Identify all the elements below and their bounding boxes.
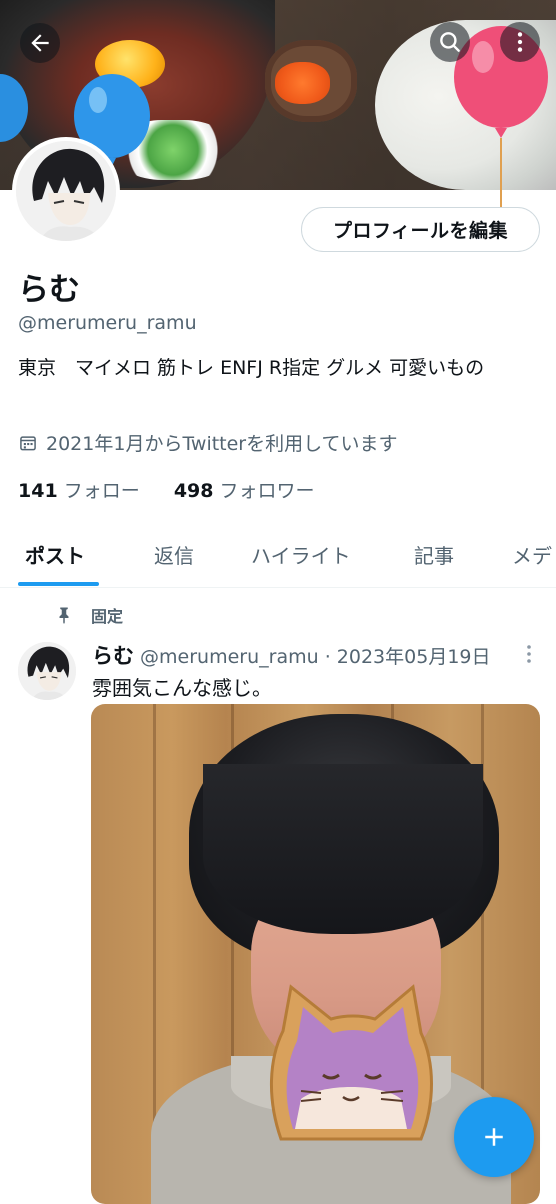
back-button[interactable] [20, 23, 60, 63]
follow-stats: 141 フォロー 498 フォロワー [18, 476, 315, 503]
post-date[interactable]: 2023年05月19日 [337, 646, 491, 668]
post-author-handle[interactable]: @merumeru_ramu [140, 646, 319, 668]
search-button[interactable] [430, 22, 470, 62]
joined-date-text: 2021年1月からTwitterを利用しています [46, 433, 398, 455]
tab-articles[interactable]: 記事 [414, 540, 454, 569]
compose-post-button[interactable] [454, 1097, 534, 1177]
tab-posts[interactable]: ポスト [25, 540, 85, 569]
tab-highlights[interactable]: ハイライト [251, 540, 351, 569]
cat-sticker-icon [269, 984, 433, 1141]
profile-bio: 東京 マイメロ 筋トレ ENFJ R指定 グルメ 可愛いもの [18, 357, 485, 379]
post-more-button[interactable] [522, 643, 536, 669]
display-name: らむ [18, 272, 80, 308]
followers-label: フォロワー [219, 480, 315, 502]
following-link[interactable]: 141 フォロー [18, 480, 140, 502]
avatar-illustration-small [18, 642, 76, 700]
post-author-name[interactable]: らむ [92, 644, 134, 668]
calendar-icon [20, 435, 36, 450]
tab-replies[interactable]: 返信 [154, 540, 194, 569]
tab-media[interactable]: メデ [512, 540, 552, 569]
pinned-label: 固定 [91, 607, 124, 626]
more-options-button[interactable] [500, 22, 540, 62]
more-vertical-icon [517, 32, 523, 52]
pinned-indicator: 固定 [55, 603, 123, 627]
banner-kimchi [275, 62, 330, 104]
profile-tabs: ポスト 返信 ハイライト 記事 メデ [0, 522, 556, 588]
post-author-avatar[interactable] [18, 642, 76, 700]
active-tab-indicator [18, 582, 99, 586]
photo-fringe [203, 764, 483, 934]
search-icon [440, 32, 460, 52]
more-vertical-icon [527, 645, 531, 663]
back-arrow-icon [31, 34, 49, 52]
following-count: 141 [18, 480, 58, 502]
edit-profile-button[interactable]: プロフィールを編集 [301, 207, 540, 252]
profile-avatar[interactable] [12, 137, 120, 245]
followers-count: 498 [173, 480, 214, 502]
pin-icon [59, 607, 69, 624]
post-meta-separator: · [324, 646, 331, 668]
user-handle: @merumeru_ramu [18, 312, 197, 334]
plus-icon [485, 1128, 503, 1146]
avatar-illustration [16, 141, 116, 241]
following-label: フォロー [63, 480, 140, 502]
followers-link[interactable]: 498 フォロワー [174, 480, 315, 502]
post-header: らむ @merumeru_ramu · 2023年05月19日 [92, 640, 491, 670]
joined-date: 2021年1月からTwitterを利用しています [18, 429, 398, 456]
post-text: 雰囲気こんな感じ。 [92, 676, 272, 700]
